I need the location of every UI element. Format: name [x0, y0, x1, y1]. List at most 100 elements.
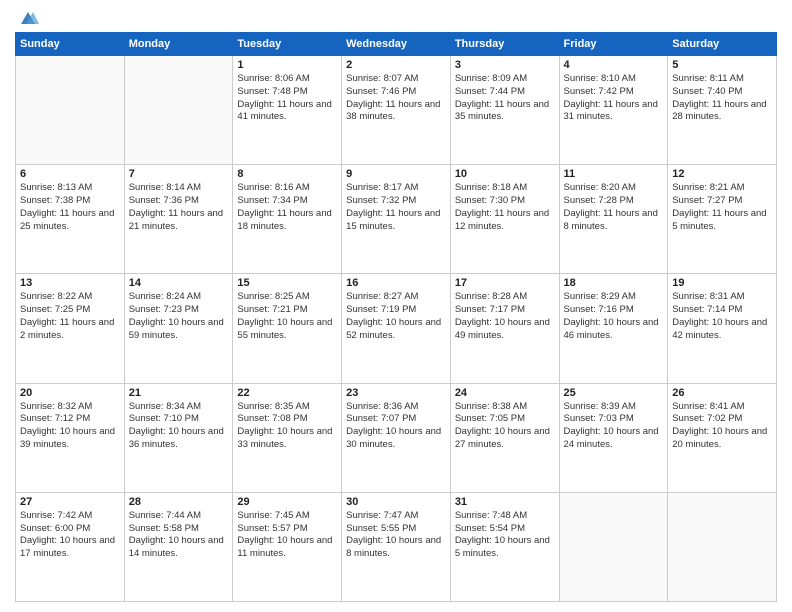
day-info: Sunrise: 8:38 AM Sunset: 7:05 PM Dayligh… [455, 401, 555, 452]
calendar-week-row: 20 Sunrise: 8:32 AM Sunset: 7:12 PM Dayli… [16, 383, 777, 492]
calendar-cell: 26 Sunrise: 8:41 AM Sunset: 7:02 PM Dayli… [668, 383, 777, 492]
calendar-cell: 2 Sunrise: 8:07 AM Sunset: 7:46 PM Daylig… [342, 56, 451, 165]
day-number: 31 [455, 496, 555, 508]
day-info: Sunrise: 8:24 AM Sunset: 7:23 PM Dayligh… [129, 291, 229, 342]
header [15, 10, 777, 24]
calendar-cell: 30 Sunrise: 7:47 AM Sunset: 5:55 PM Dayli… [342, 492, 451, 601]
calendar-header-saturday: Saturday [668, 33, 777, 56]
day-info: Sunrise: 8:20 AM Sunset: 7:28 PM Dayligh… [564, 182, 664, 233]
day-number: 4 [564, 59, 664, 71]
day-number: 29 [237, 496, 337, 508]
day-number: 5 [672, 59, 772, 71]
day-info: Sunrise: 8:18 AM Sunset: 7:30 PM Dayligh… [455, 182, 555, 233]
day-info: Sunrise: 7:45 AM Sunset: 5:57 PM Dayligh… [237, 510, 337, 561]
day-number: 18 [564, 277, 664, 289]
calendar-header-friday: Friday [559, 33, 668, 56]
calendar-cell: 19 Sunrise: 8:31 AM Sunset: 7:14 PM Dayli… [668, 274, 777, 383]
calendar-week-row: 1 Sunrise: 8:06 AM Sunset: 7:48 PM Daylig… [16, 56, 777, 165]
day-number: 1 [237, 59, 337, 71]
day-info: Sunrise: 8:14 AM Sunset: 7:36 PM Dayligh… [129, 182, 229, 233]
calendar-week-row: 27 Sunrise: 7:42 AM Sunset: 6:00 PM Dayli… [16, 492, 777, 601]
day-number: 20 [20, 387, 120, 399]
calendar-cell: 18 Sunrise: 8:29 AM Sunset: 7:16 PM Dayli… [559, 274, 668, 383]
calendar-cell: 21Sunrise: 8:34 AM Sunset: 7:10 PM Dayli… [124, 383, 233, 492]
day-number: 9 [346, 168, 446, 180]
day-info: Sunrise: 8:25 AM Sunset: 7:21 PM Dayligh… [237, 291, 337, 342]
day-info: Sunrise: 8:35 AM Sunset: 7:08 PM Dayligh… [237, 401, 337, 452]
calendar-cell: 4 Sunrise: 8:10 AM Sunset: 7:42 PM Daylig… [559, 56, 668, 165]
day-info: Sunrise: 7:47 AM Sunset: 5:55 PM Dayligh… [346, 510, 446, 561]
calendar-cell: 3 Sunrise: 8:09 AM Sunset: 7:44 PM Daylig… [450, 56, 559, 165]
day-number: 28 [129, 496, 229, 508]
day-info: Sunrise: 8:22 AM Sunset: 7:25 PM Dayligh… [20, 291, 120, 342]
calendar-header-wednesday: Wednesday [342, 33, 451, 56]
calendar-header-monday: Monday [124, 33, 233, 56]
day-info: Sunrise: 8:16 AM Sunset: 7:34 PM Dayligh… [237, 182, 337, 233]
calendar-cell [124, 56, 233, 165]
calendar-cell: 11Sunrise: 8:20 AM Sunset: 7:28 PM Dayli… [559, 165, 668, 274]
day-number: 27 [20, 496, 120, 508]
day-info: Sunrise: 8:06 AM Sunset: 7:48 PM Dayligh… [237, 73, 337, 124]
calendar-header-thursday: Thursday [450, 33, 559, 56]
calendar-cell: 25 Sunrise: 8:39 AM Sunset: 7:03 PM Dayli… [559, 383, 668, 492]
day-info: Sunrise: 8:34 AM Sunset: 7:10 PM Dayligh… [129, 401, 229, 452]
calendar-cell: 14Sunrise: 8:24 AM Sunset: 7:23 PM Dayli… [124, 274, 233, 383]
day-info: Sunrise: 7:42 AM Sunset: 6:00 PM Dayligh… [20, 510, 120, 561]
day-info: Sunrise: 8:28 AM Sunset: 7:17 PM Dayligh… [455, 291, 555, 342]
calendar-cell: 17 Sunrise: 8:28 AM Sunset: 7:17 PM Dayli… [450, 274, 559, 383]
day-info: Sunrise: 8:31 AM Sunset: 7:14 PM Dayligh… [672, 291, 772, 342]
day-info: Sunrise: 8:29 AM Sunset: 7:16 PM Dayligh… [564, 291, 664, 342]
calendar-cell: 15 Sunrise: 8:25 AM Sunset: 7:21 PM Dayli… [233, 274, 342, 383]
day-info: Sunrise: 8:39 AM Sunset: 7:03 PM Dayligh… [564, 401, 664, 452]
calendar-cell: 9 Sunrise: 8:17 AM Sunset: 7:32 PM Daylig… [342, 165, 451, 274]
day-info: Sunrise: 8:32 AM Sunset: 7:12 PM Dayligh… [20, 401, 120, 452]
day-info: Sunrise: 8:27 AM Sunset: 7:19 PM Dayligh… [346, 291, 446, 342]
day-info: Sunrise: 7:48 AM Sunset: 5:54 PM Dayligh… [455, 510, 555, 561]
day-number: 19 [672, 277, 772, 289]
day-number: 12 [672, 168, 772, 180]
day-number: 30 [346, 496, 446, 508]
calendar-cell [559, 492, 668, 601]
logo-icon [17, 10, 39, 28]
day-number: 22 [237, 387, 337, 399]
calendar-cell: 12 Sunrise: 8:21 AM Sunset: 7:27 PM Dayli… [668, 165, 777, 274]
day-info: Sunrise: 8:17 AM Sunset: 7:32 PM Dayligh… [346, 182, 446, 233]
day-number: 16 [346, 277, 446, 289]
day-number: 17 [455, 277, 555, 289]
calendar-cell: 8Sunrise: 8:16 AM Sunset: 7:34 PM Daylig… [233, 165, 342, 274]
day-number: 3 [455, 59, 555, 71]
day-number: 24 [455, 387, 555, 399]
day-number: 2 [346, 59, 446, 71]
day-info: Sunrise: 8:07 AM Sunset: 7:46 PM Dayligh… [346, 73, 446, 124]
calendar-cell: 22 Sunrise: 8:35 AM Sunset: 7:08 PM Dayli… [233, 383, 342, 492]
day-number: 6 [20, 168, 120, 180]
day-info: Sunrise: 8:21 AM Sunset: 7:27 PM Dayligh… [672, 182, 772, 233]
day-info: Sunrise: 8:11 AM Sunset: 7:40 PM Dayligh… [672, 73, 772, 124]
day-number: 15 [237, 277, 337, 289]
calendar-cell: 10 Sunrise: 8:18 AM Sunset: 7:30 PM Dayli… [450, 165, 559, 274]
day-info: Sunrise: 8:09 AM Sunset: 7:44 PM Dayligh… [455, 73, 555, 124]
day-info: Sunrise: 8:36 AM Sunset: 7:07 PM Dayligh… [346, 401, 446, 452]
day-number: 25 [564, 387, 664, 399]
calendar-cell: 7 Sunrise: 8:14 AM Sunset: 7:36 PM Daylig… [124, 165, 233, 274]
calendar-cell: 28Sunrise: 7:44 AM Sunset: 5:58 PM Dayli… [124, 492, 233, 601]
day-number: 7 [129, 168, 229, 180]
calendar-header-tuesday: Tuesday [233, 33, 342, 56]
calendar-cell: 13Sunrise: 8:22 AM Sunset: 7:25 PM Dayli… [16, 274, 125, 383]
calendar-cell: 31 Sunrise: 7:48 AM Sunset: 5:54 PM Dayli… [450, 492, 559, 601]
day-number: 10 [455, 168, 555, 180]
calendar-header-sunday: Sunday [16, 33, 125, 56]
day-info: Sunrise: 8:41 AM Sunset: 7:02 PM Dayligh… [672, 401, 772, 452]
day-number: 23 [346, 387, 446, 399]
calendar-week-row: 6 Sunrise: 8:13 AM Sunset: 7:38 PM Daylig… [16, 165, 777, 274]
calendar-table: SundayMondayTuesdayWednesdayThursdayFrid… [15, 32, 777, 602]
day-number: 26 [672, 387, 772, 399]
calendar-cell: 27 Sunrise: 7:42 AM Sunset: 6:00 PM Dayli… [16, 492, 125, 601]
calendar-cell: 20 Sunrise: 8:32 AM Sunset: 7:12 PM Dayli… [16, 383, 125, 492]
day-info: Sunrise: 8:10 AM Sunset: 7:42 PM Dayligh… [564, 73, 664, 124]
calendar-cell [668, 492, 777, 601]
day-info: Sunrise: 8:13 AM Sunset: 7:38 PM Dayligh… [20, 182, 120, 233]
calendar-cell: 5 Sunrise: 8:11 AM Sunset: 7:40 PM Daylig… [668, 56, 777, 165]
calendar-cell: 23 Sunrise: 8:36 AM Sunset: 7:07 PM Dayli… [342, 383, 451, 492]
calendar-cell [16, 56, 125, 165]
